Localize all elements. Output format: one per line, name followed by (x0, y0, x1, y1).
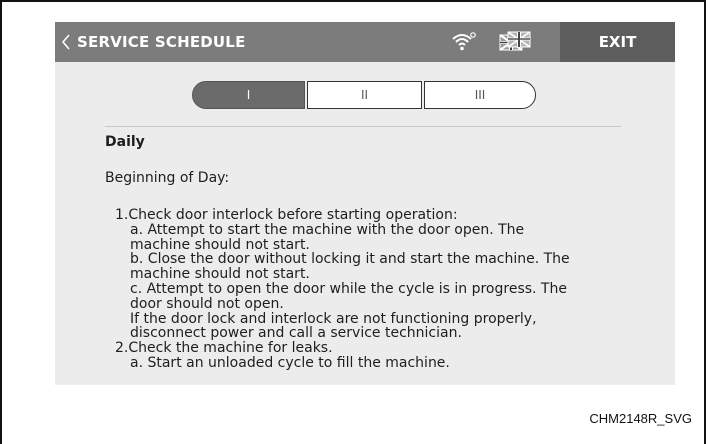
back-button[interactable]: SERVICE SCHEDULE (61, 28, 246, 56)
instruction-line: machine should not start. (130, 236, 310, 253)
service-schedule-screen: SERVICE SCHEDULE EXIT I II III Daily Beg… (55, 22, 675, 385)
instruction-line: c. Attempt to open the door while the cy… (130, 280, 567, 297)
wifi-icon[interactable] (451, 31, 477, 53)
instruction-line: door should not open. (130, 295, 284, 312)
instruction-line: a. Attempt to start the machine with the… (130, 221, 525, 238)
chevron-left-icon (61, 34, 70, 50)
instruction-line: disconnect power and call a service tech… (130, 325, 462, 342)
instruction-list: 1.Check door interlock before starting o… (115, 208, 625, 371)
header-bar: SERVICE SCHEDULE EXIT (55, 22, 675, 62)
instruction-line: machine should not start. (130, 266, 310, 283)
figure-id-label: CHM2148R_SVG (589, 411, 692, 426)
section-subheading: Beginning of Day: (105, 170, 230, 186)
section-heading: Daily (105, 134, 145, 150)
instruction-line: b. Close the door without locking it and… (130, 251, 570, 268)
instruction-line: 2.Check the machine for leaks. (115, 340, 333, 357)
schedule-content[interactable]: Daily Beginning of Day: 1.Check door int… (105, 130, 625, 371)
page-title: SERVICE SCHEDULE (77, 33, 246, 51)
instruction-line: 1.Check door interlock before starting o… (115, 207, 458, 223)
instruction-line: If the door lock and interlock are not f… (130, 310, 537, 327)
tab-iii[interactable]: III (424, 81, 536, 109)
tab-i[interactable]: I (192, 81, 305, 109)
instruction-line: a. Start an unloaded cycle to fill the m… (130, 354, 450, 371)
divider (105, 126, 621, 127)
section-tabs: I II III (192, 81, 536, 109)
language-flag-icon[interactable] (499, 31, 531, 53)
tab-ii[interactable]: II (307, 81, 422, 109)
exit-button[interactable]: EXIT (560, 22, 675, 62)
